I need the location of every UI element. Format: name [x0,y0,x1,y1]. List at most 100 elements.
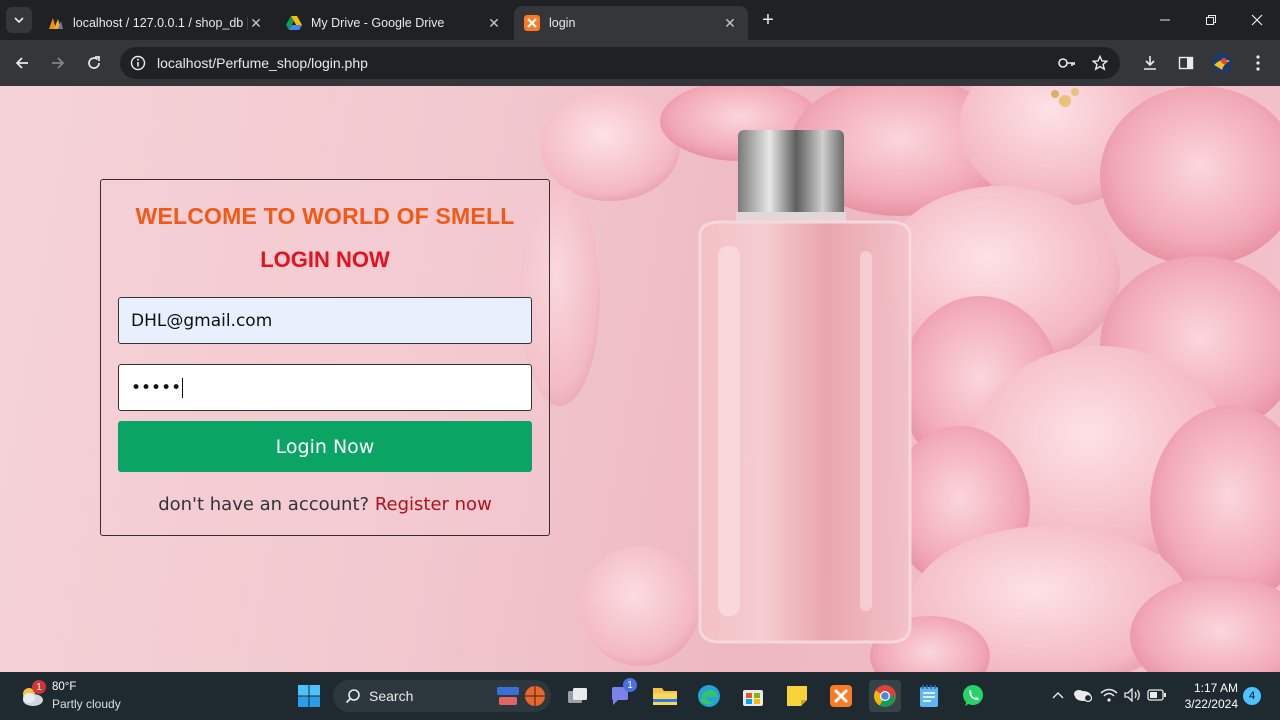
chevron-up-icon [1052,692,1064,699]
show-hidden-icons-button[interactable] [1047,684,1069,706]
search-highlight-icon [497,686,545,706]
page-viewport: WELCOME TO WORLD OF SMELL LOGIN NOW DHL@… [0,86,1280,672]
task-view-button[interactable] [562,680,594,712]
start-button[interactable] [293,680,325,712]
tab-title: My Drive - Google Drive [311,16,445,30]
chrome-button[interactable] [869,680,901,712]
windows-icon [298,685,320,707]
store-icon [743,690,763,706]
sticky-notes-button[interactable] [781,680,813,712]
tab-phpmyadmin[interactable]: localhost / 127.0.0.1 / shop_db | ✕ [38,6,274,40]
forward-button[interactable] [44,49,72,77]
arrow-left-icon [15,57,28,69]
side-panel-button[interactable] [1172,49,1200,77]
cloud-icon [1074,690,1092,702]
weather-temp: 80°F [52,681,77,693]
close-icon[interactable]: ✕ [248,15,264,31]
taskbar-search[interactable]: Search [333,680,551,712]
teams-chat-button[interactable]: 1 [605,678,637,712]
teams-badge: 1 [623,678,637,692]
login-form: WELCOME TO WORLD OF SMELL LOGIN NOW DHL@… [100,179,550,536]
text-caret [182,377,184,398]
whatsapp-button[interactable] [957,680,989,712]
clock-date: 3/22/2024 [1184,697,1238,711]
register-prompt: don't have an account? [158,494,370,515]
register-line: don't have an account? Register now [101,494,549,515]
star-icon[interactable] [1090,53,1110,73]
wifi-icon [1100,688,1118,702]
tab-title: login [549,16,576,30]
xampp-icon [830,685,852,707]
clock-time: 1:17 AM [1193,681,1238,695]
back-button[interactable] [8,49,36,77]
download-icon [1144,56,1156,70]
battery-icon [1147,689,1166,701]
login-button[interactable]: Login Now [118,421,532,472]
welcome-heading: WELCOME TO WORLD OF SMELL [135,203,515,229]
sticky-note-icon [787,686,807,706]
store-button[interactable] [737,680,769,712]
whatsapp-icon [963,685,983,706]
side-panel-icon [1178,56,1194,70]
edge-icon [698,685,720,707]
minimize-icon [1160,19,1170,21]
folder-icon [653,688,677,705]
tab-strip: localhost / 127.0.0.1 / shop_db | ✕ My D… [0,0,1280,40]
volume-icon [1124,688,1140,702]
chrome-icon [874,685,896,707]
email-field[interactable]: DHL@gmail.com [118,297,532,344]
windows-taskbar: 1 80°F Partly cloudy Search 1 1:17 AM 3/… [0,672,1280,720]
restore-icon [1206,15,1216,25]
close-icon[interactable]: ✕ [486,15,502,31]
close-icon [1251,14,1263,26]
search-label: Search [369,688,414,704]
google-drive-icon [286,15,302,31]
address-bar[interactable]: localhost/Perfume_shop/login.php [120,47,1120,79]
chevron-down-icon [14,17,24,24]
edge-button[interactable] [693,680,725,712]
url-text: localhost/Perfume_shop/login.php [157,55,368,71]
phpmyadmin-icon [48,15,64,31]
downloads-button[interactable] [1136,49,1164,77]
notepad-button[interactable] [913,680,945,712]
avatar-icon [1212,53,1232,73]
file-explorer-button[interactable] [649,680,681,712]
weather-badge: 1 [32,680,46,694]
wifi-tray-icon[interactable] [1098,684,1120,706]
weather-widget[interactable]: 1 80°F Partly cloudy [14,678,144,714]
login-heading: LOGIN NOW [260,247,390,272]
tab-google-drive[interactable]: My Drive - Google Drive ✕ [276,6,512,40]
tab-login[interactable]: login ✕ [514,6,748,40]
reload-button[interactable] [80,49,108,77]
battery-tray-icon[interactable] [1146,684,1168,706]
info-icon[interactable] [128,53,148,73]
register-link[interactable]: Register now [375,494,492,515]
tab-title: localhost / 127.0.0.1 / shop_db | [73,16,248,30]
tab-search-button[interactable] [6,7,32,33]
restore-button[interactable] [1188,0,1234,40]
profile-avatar[interactable] [1208,49,1236,77]
arrow-right-icon [52,57,65,69]
task-view-icon [568,688,587,703]
chrome-menu-button[interactable] [1244,49,1272,77]
reload-icon [88,56,100,69]
search-icon [345,689,360,704]
taskbar-clock[interactable]: 1:17 AM 3/22/2024 [1176,680,1238,712]
minimize-button[interactable] [1142,0,1188,40]
volume-tray-icon[interactable] [1122,684,1144,706]
xampp-button[interactable] [825,680,857,712]
new-tab-button[interactable]: + [758,10,778,30]
xampp-icon [524,15,540,31]
notepad-icon [920,685,938,707]
email-value: DHL@gmail.com [131,310,273,331]
more-vertical-icon [1256,55,1260,71]
password-field[interactable]: ••••• [118,364,532,411]
browser-toolbar: localhost/Perfume_shop/login.php [0,40,1280,86]
notification-badge[interactable]: 4 [1243,687,1261,705]
key-icon[interactable] [1057,53,1077,73]
weather-condition: Partly cloudy [52,697,121,711]
onedrive-tray-icon[interactable] [1071,684,1093,706]
close-icon[interactable]: ✕ [722,15,738,31]
password-mask: ••••• [131,377,182,398]
close-window-button[interactable] [1234,0,1280,40]
